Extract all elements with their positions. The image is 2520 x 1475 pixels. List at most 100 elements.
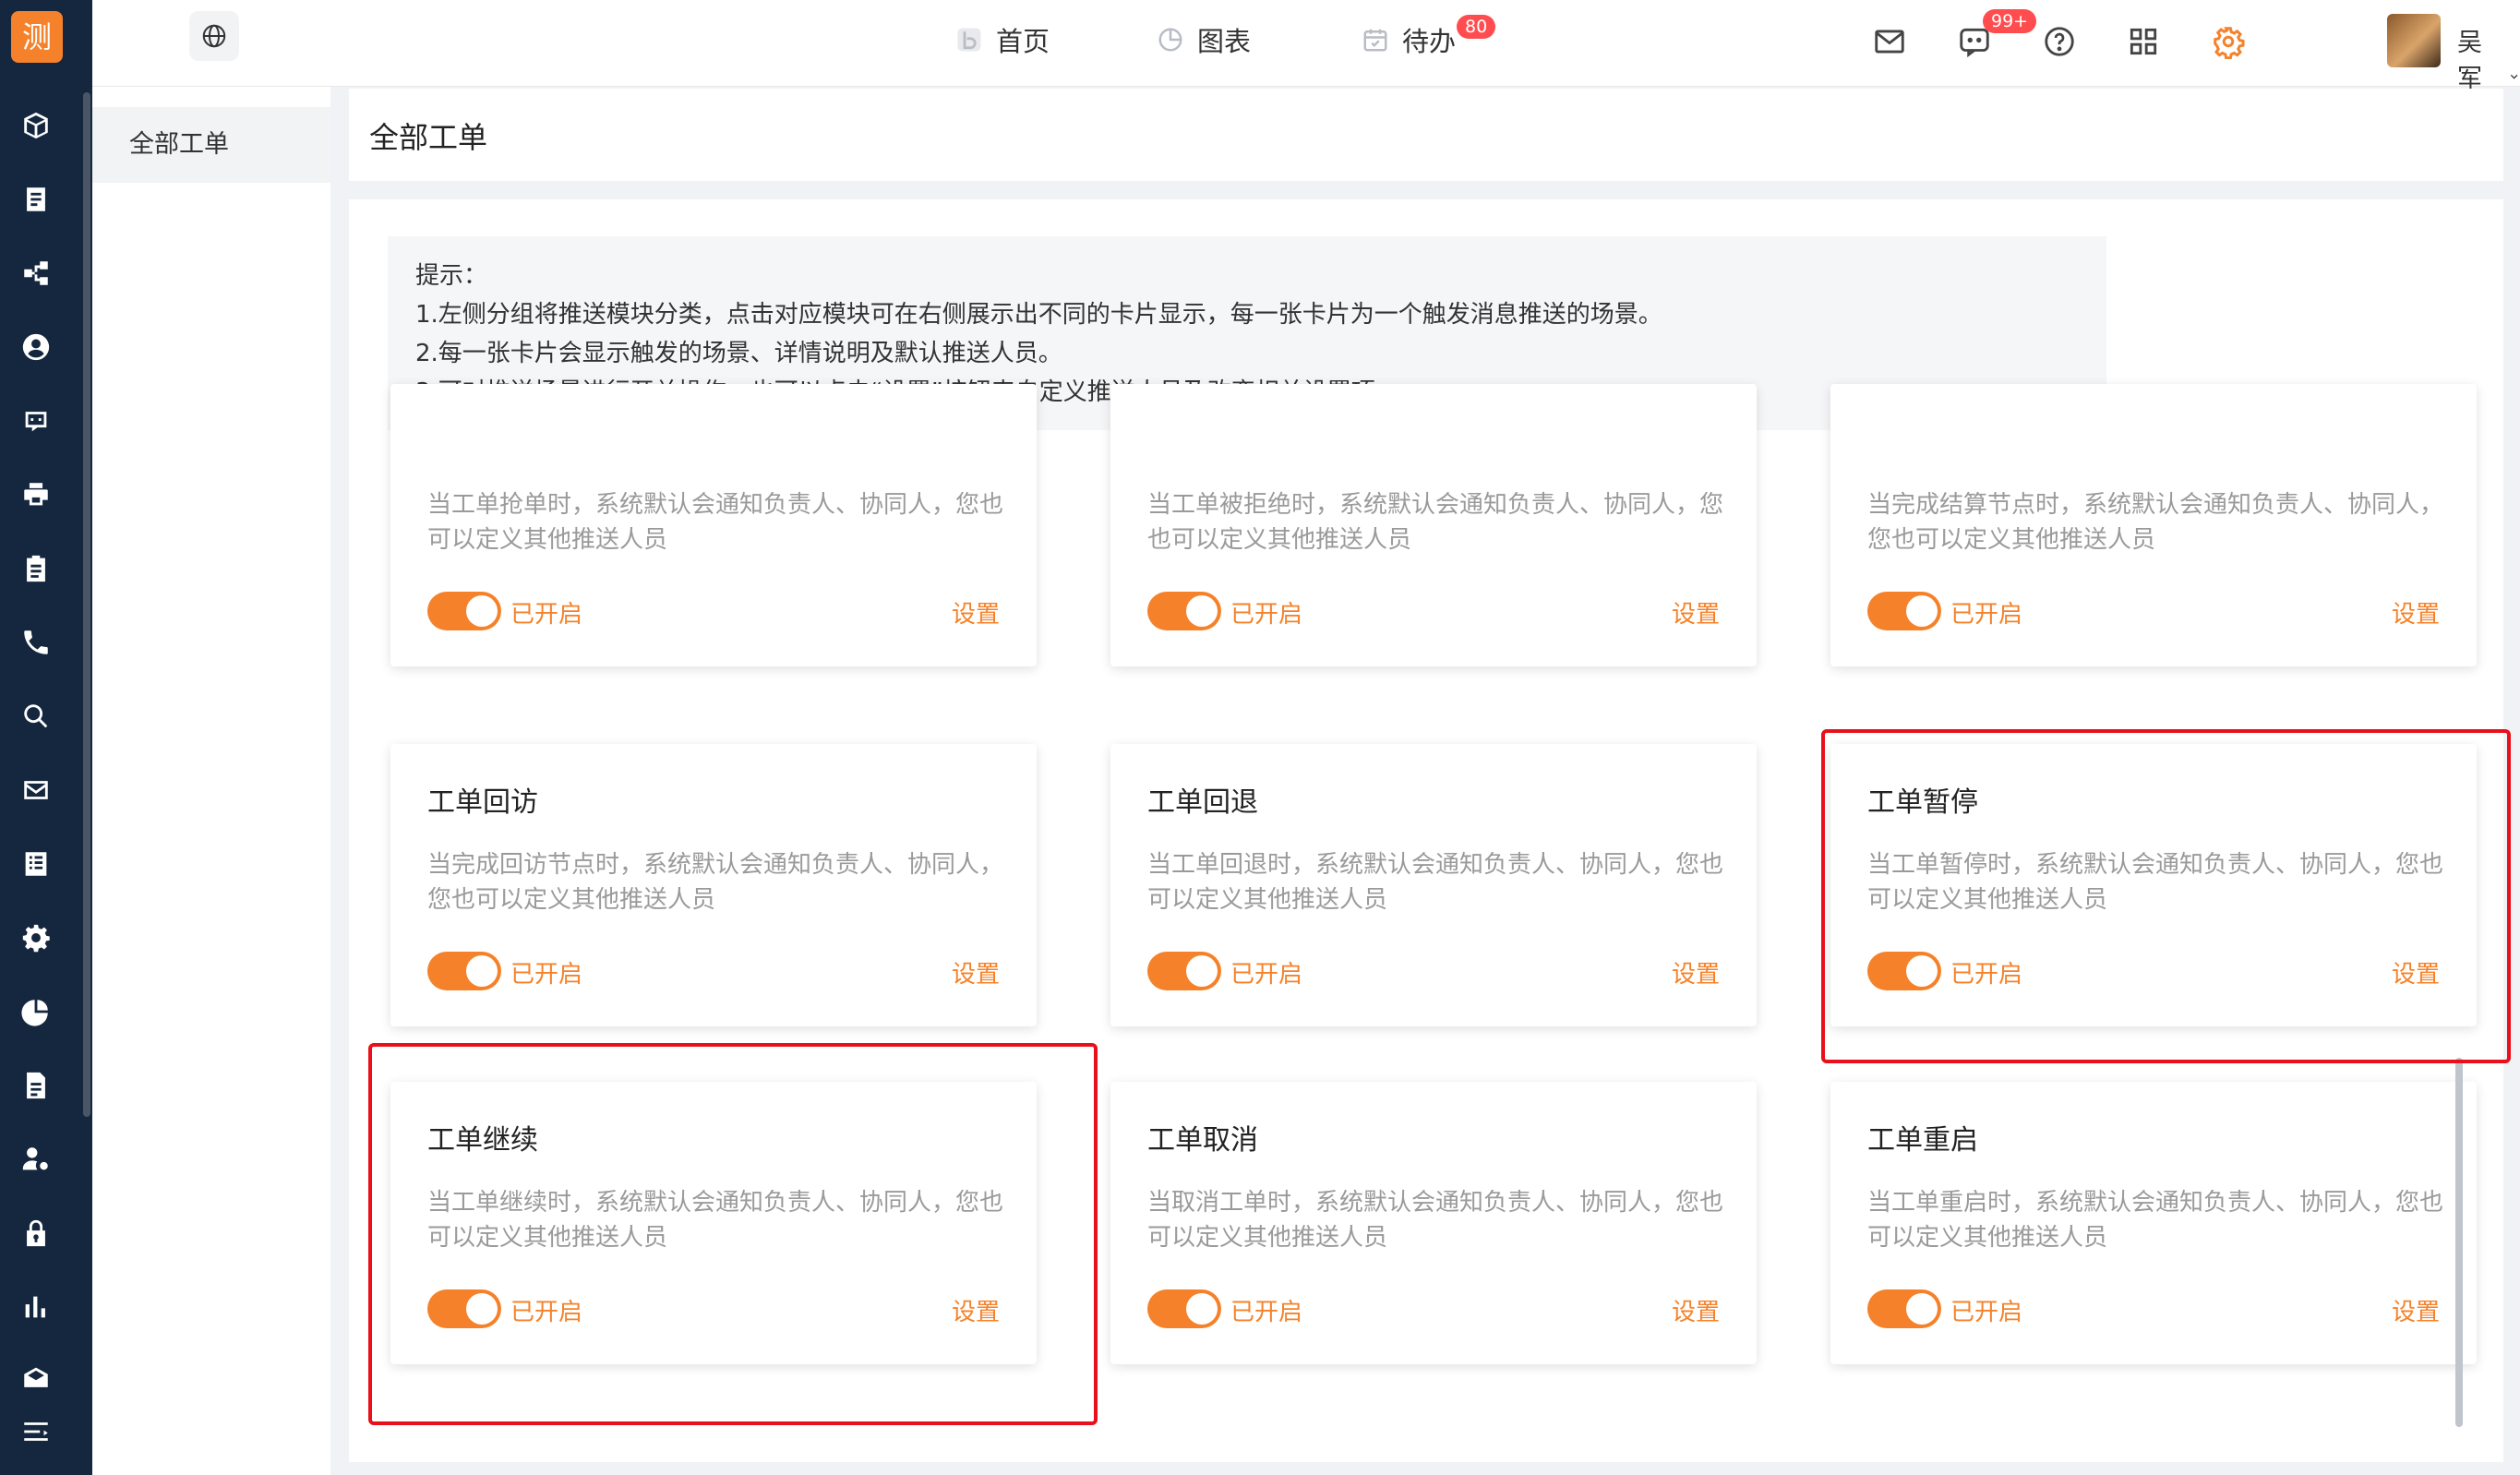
push-card: 工单暂停 当工单暂停时，系统默认会通知负责人、协同人，您也可以定义其他推送人员 … [1830, 744, 2477, 1026]
tip-line: 1.左侧分组将推送模块分类，点击对应模块可在右侧展示出不同的卡片显示，每一张卡片… [415, 301, 1662, 329]
push-card: 当工单抢单时，系统默认会通知负责人、协同人，您也可以定义其他推送人员 已开启 设… [390, 384, 1037, 666]
settings-button[interactable]: 设置 [2392, 595, 2440, 630]
settings-gear-icon[interactable] [2205, 18, 2251, 65]
card-description: 当工单被拒绝时，系统默认会通知负责人、协同人，您也可以定义其他推送人员 [1147, 491, 1724, 554]
lock-icon[interactable] [17, 1214, 55, 1253]
settings-button[interactable]: 设置 [2392, 955, 2440, 989]
card-title: 工单继续 [427, 1124, 538, 1157]
avatar[interactable] [2387, 14, 2441, 67]
message-badge: 99+ [1983, 9, 2037, 33]
enable-toggle[interactable] [427, 592, 501, 630]
tip-line: 2.每一张卡片会显示触发的场景、详情说明及默认推送人员。 [415, 340, 1062, 367]
toggle-status-label: 已开启 [1950, 601, 2023, 629]
card-description: 当工单继续时，系统默认会通知负责人、协同人，您也可以定义其他推送人员 [427, 1189, 1004, 1252]
page-header: 全部工单 [349, 89, 2503, 181]
card-description: 当取消工单时，系统默认会通知负责人、协同人，您也可以定义其他推送人员 [1147, 1189, 1724, 1252]
sidebar-item-all-tickets[interactable]: 全部工单 [92, 107, 330, 183]
card-title: 工单重启 [1867, 1124, 1978, 1157]
toggle-status-label: 已开启 [1950, 1299, 2023, 1326]
top-bar: 首页 图表 待办 80 99+ 吴军昊 [92, 0, 2520, 129]
home-b-icon [957, 28, 981, 52]
apps-grid-icon[interactable] [2120, 18, 2166, 65]
printer-icon[interactable] [17, 475, 55, 514]
document-icon[interactable] [17, 1066, 55, 1105]
nav-todo-label: 待办 [1402, 26, 1457, 57]
settings-button[interactable]: 设置 [2392, 1293, 2440, 1327]
card-description: 当完成回访节点时，系统默认会通知负责人、协同人，您也可以定义其他推送人员 [427, 851, 1004, 914]
nav-home-label: 首页 [996, 26, 1050, 57]
user-circle-icon[interactable] [17, 328, 55, 366]
enable-toggle[interactable] [427, 1289, 501, 1328]
nav-todo[interactable]: 待办 [1362, 20, 1456, 59]
settings-button[interactable]: 设置 [952, 1293, 1000, 1327]
rail-scrollbar[interactable] [83, 92, 90, 1117]
cube-icon[interactable] [17, 106, 55, 145]
chat-box-icon[interactable] [17, 402, 55, 440]
toggle-status-label: 已开启 [1950, 961, 2023, 989]
app-logo[interactable]: 测 [11, 11, 63, 63]
card-title: 工单取消 [1147, 1124, 1258, 1157]
card-description: 当工单抢单时，系统默认会通知负责人、协同人，您也可以定义其他推送人员 [427, 491, 1004, 554]
card-description: 当工单重启时，系统默认会通知负责人、协同人，您也可以定义其他推送人员 [1867, 1189, 2444, 1252]
clipboard-icon[interactable] [17, 549, 55, 588]
page-title: 全部工单 [369, 120, 488, 155]
mail-icon[interactable] [17, 771, 55, 809]
push-card: 当完成结算节点时，系统默认会通知负责人、协同人，您也可以定义其他推送人员 已开启… [1830, 384, 2477, 666]
content-panel: 提示： 1.左侧分组将推送模块分类，点击对应模块可在右侧展示出不同的卡片显示，每… [349, 199, 2503, 1462]
push-card: 工单取消 当取消工单时，系统默认会通知负责人、协同人，您也可以定义其他推送人员 … [1110, 1082, 1757, 1364]
card-description: 当完成结算节点时，系统默认会通知负责人、协同人，您也可以定义其他推送人员 [1867, 491, 2444, 554]
mail-icon[interactable] [1866, 18, 1913, 65]
toggle-status-label: 已开启 [1230, 961, 1303, 989]
chevron-down-icon [2510, 74, 2518, 79]
bar-chart-icon[interactable] [17, 1288, 55, 1326]
push-card: 工单继续 当工单继续时，系统默认会通知负责人、协同人，您也可以定义其他推送人员 … [390, 1082, 1037, 1364]
left-icon-rail: 测 [0, 0, 92, 1475]
pie-chart-icon[interactable] [17, 992, 55, 1031]
card-title: 工单暂停 [1867, 786, 1978, 819]
gear-icon[interactable] [17, 918, 55, 957]
nav-chart-label: 图表 [1197, 26, 1252, 57]
enable-toggle[interactable] [427, 952, 501, 990]
phone-icon[interactable] [17, 623, 55, 662]
user-gear-icon[interactable] [17, 1140, 55, 1179]
toggle-status-label: 已开启 [510, 1299, 583, 1326]
card-description: 当工单暂停时，系统默认会通知负责人、协同人，您也可以定义其他推送人员 [1867, 851, 2444, 914]
help-icon[interactable] [2036, 18, 2082, 65]
todo-badge: 80 [1457, 15, 1496, 39]
nav-home[interactable]: 首页 [955, 20, 1050, 59]
settings-button[interactable]: 设置 [1672, 955, 1720, 989]
enable-toggle[interactable] [1867, 1289, 1941, 1328]
search-icon[interactable] [17, 697, 55, 736]
enable-toggle[interactable] [1147, 592, 1221, 630]
mailbox-icon[interactable] [17, 1359, 55, 1397]
tip-title: 提示： [415, 262, 488, 290]
settings-button[interactable]: 设置 [1672, 595, 1720, 630]
push-card: 工单回访 当完成回访节点时，系统默认会通知负责人、协同人，您也可以定义其他推送人… [390, 744, 1037, 1026]
settings-button[interactable]: 设置 [952, 595, 1000, 630]
menu-collapse-icon[interactable] [17, 1412, 55, 1451]
book-icon[interactable] [17, 845, 55, 883]
enable-toggle[interactable] [1147, 952, 1221, 990]
flowchart-icon[interactable] [17, 254, 55, 293]
card-description: 当工单回退时，系统默认会通知负责人、协同人，您也可以定义其他推送人员 [1147, 851, 1724, 914]
globe-icon[interactable] [189, 11, 239, 61]
chart-icon [1158, 28, 1182, 52]
file-list-icon[interactable] [17, 180, 55, 219]
secondary-sidebar: 全部工单 [92, 87, 330, 1475]
card-title: 工单回访 [427, 786, 538, 819]
content-scrollbar[interactable] [2455, 1058, 2463, 1427]
settings-button[interactable]: 设置 [1672, 1293, 1720, 1327]
toggle-status-label: 已开启 [1230, 1299, 1303, 1326]
toggle-status-label: 已开启 [510, 601, 583, 629]
push-card: 工单重启 当工单重启时，系统默认会通知负责人、协同人，您也可以定义其他推送人员 … [1830, 1082, 2477, 1364]
settings-button[interactable]: 设置 [952, 955, 1000, 989]
calendar-check-icon [1363, 29, 1387, 52]
nav-chart[interactable]: 图表 [1157, 20, 1251, 59]
toggle-status-label: 已开启 [1230, 601, 1303, 629]
push-card: 工单回退 当工单回退时，系统默认会通知负责人、协同人，您也可以定义其他推送人员 … [1110, 744, 1757, 1026]
enable-toggle[interactable] [1147, 1289, 1221, 1328]
enable-toggle[interactable] [1867, 952, 1941, 990]
toggle-status-label: 已开启 [510, 961, 583, 989]
card-title: 工单回退 [1147, 786, 1258, 819]
enable-toggle[interactable] [1867, 592, 1941, 630]
